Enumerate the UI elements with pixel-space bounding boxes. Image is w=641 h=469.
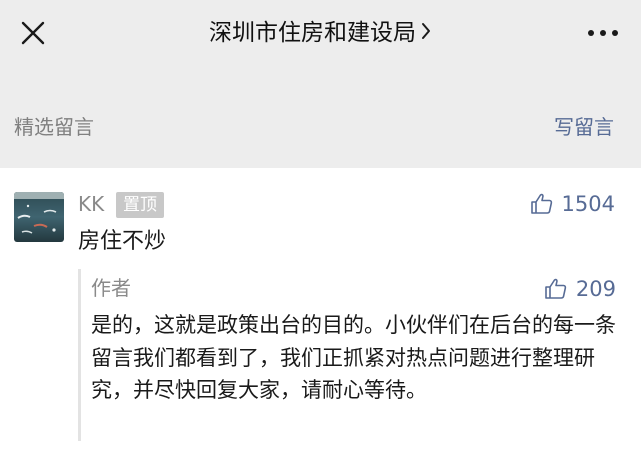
close-icon [21, 21, 45, 45]
watermark-text: 格隆汇 [595, 449, 635, 465]
watermark-logo-icon: G [576, 447, 593, 463]
featured-comments-title: 精选留言 [14, 115, 94, 139]
account-name-link[interactable]: 深圳市住房和建设局 [209, 20, 432, 46]
comment-like-button[interactable]: 1504 [530, 190, 615, 218]
thumbs-up-icon [545, 278, 567, 299]
reply-text: 是的，这就是政策出台的目的。小伙伴们在后台的每一条留言我们都看到了，我们正抓紧对… [91, 313, 616, 402]
write-comment-link[interactable]: 写留言 [554, 112, 614, 142]
avatar-image [14, 192, 64, 242]
watermark: G 格隆汇 [576, 445, 635, 465]
account-title: 深圳市住房和建设局 [0, 16, 641, 50]
comment-card: KK 置顶 1504 房住不炒 作者 209 是的，这就是政策出台的目的。小伙伴… [0, 168, 641, 469]
chevron-right-icon [422, 23, 430, 39]
reply-author-label: 作者 [91, 276, 131, 300]
pinned-badge: 置顶 [116, 192, 164, 218]
reply-like-count: 209 [575, 277, 616, 301]
more-horizontal-icon [588, 30, 618, 36]
close-button[interactable] [16, 16, 50, 50]
commenter-nickname: KK [78, 192, 105, 216]
more-options-button[interactable] [585, 20, 621, 46]
reply-like-button[interactable]: 209 [544, 275, 616, 303]
comment-text: 房住不炒 [78, 229, 167, 254]
avatar[interactable] [14, 192, 64, 242]
comment-like-count: 1504 [561, 192, 615, 216]
featured-comments-header: 精选留言 写留言 [0, 106, 641, 148]
author-reply: 作者 209 是的，这就是政策出台的目的。小伙伴们在后台的每一条留言我们都看到了… [78, 269, 618, 441]
thumbs-up-icon [530, 193, 552, 214]
article-comments-screen: 深圳市住房和建设局 精选留言 写留言 KK 置顶 1504 房住不炒 作者 20… [0, 0, 641, 469]
top-navigation-bar: 深圳市住房和建设局 [0, 0, 641, 66]
account-name: 深圳市住房和建设局 [209, 20, 416, 46]
